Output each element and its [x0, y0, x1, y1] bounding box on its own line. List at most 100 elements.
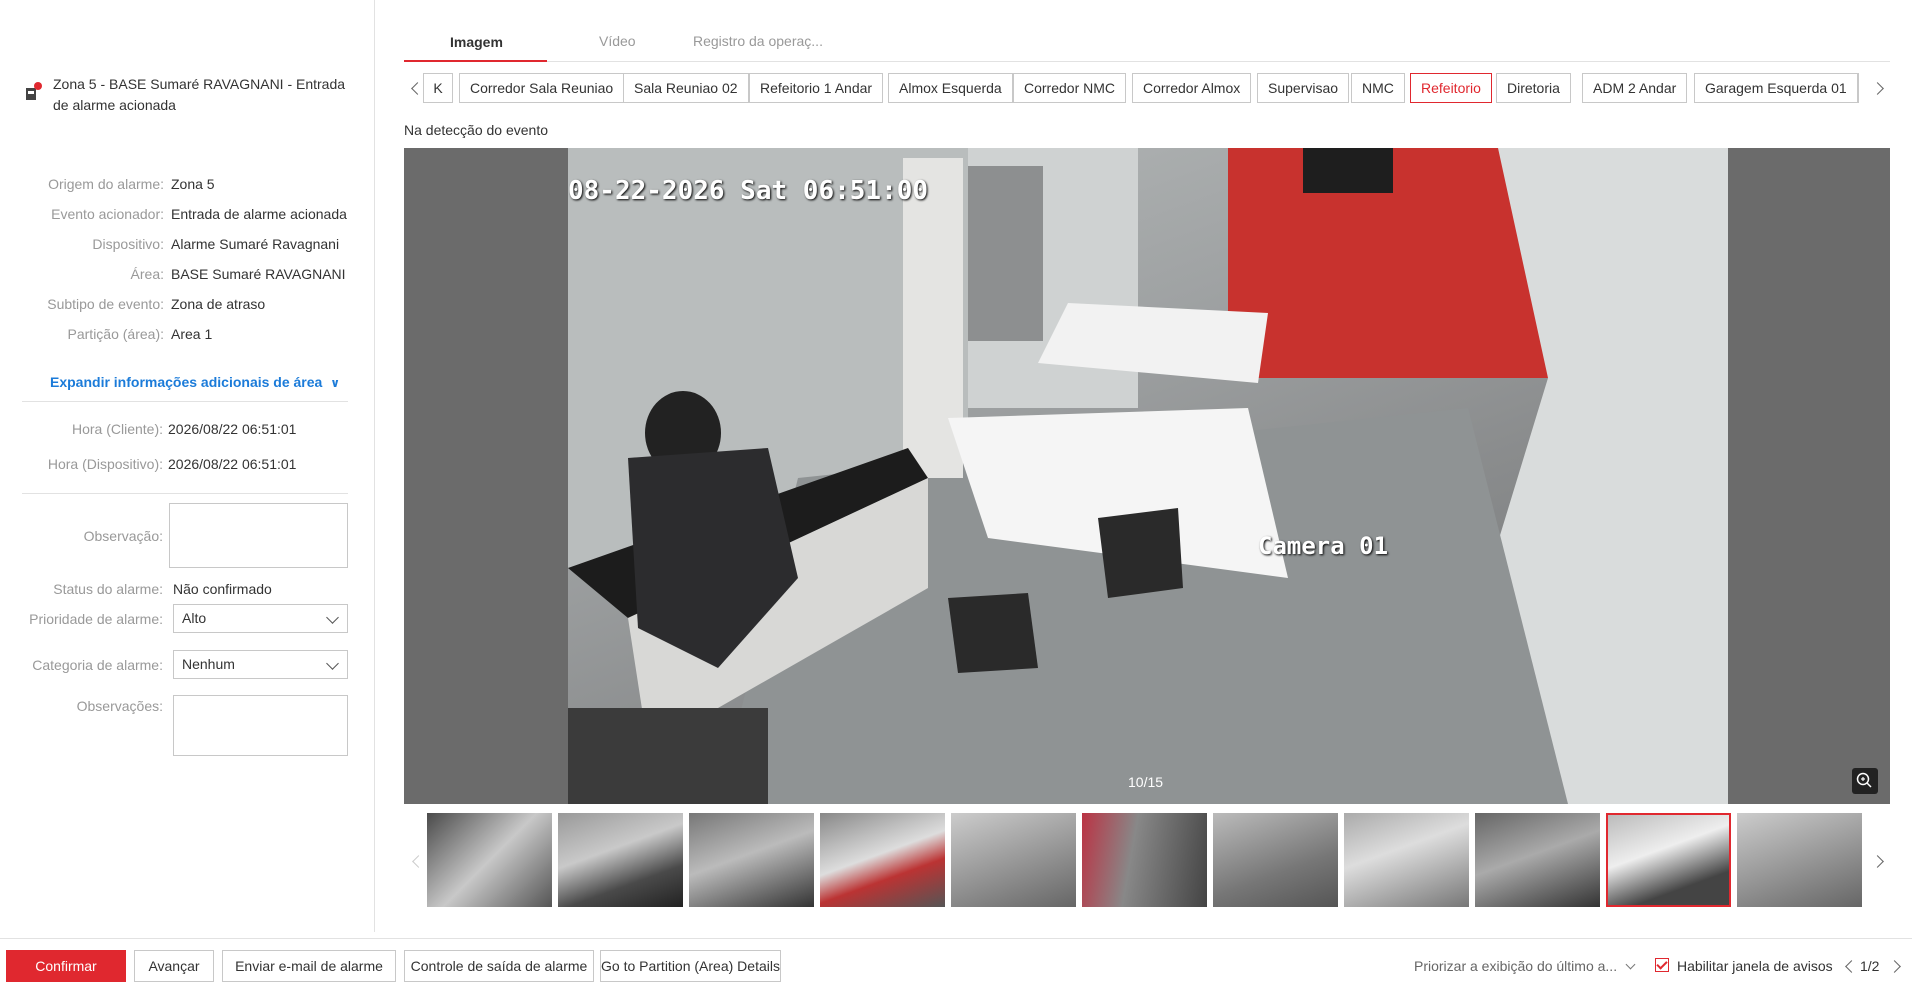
divider [22, 493, 348, 494]
detail-value: Zona 5 [171, 176, 215, 192]
time-label: Hora (Dispositivo): [47, 456, 163, 472]
thumbnail-7[interactable] [1213, 813, 1338, 907]
thumbnail-3[interactable] [689, 813, 814, 907]
thumbnail-9[interactable] [1475, 813, 1600, 907]
priority-display-label: Priorizar a exibição do último a... [1414, 958, 1618, 974]
detail-value: Area 1 [171, 326, 213, 342]
thumbnail-5[interactable] [951, 813, 1076, 907]
category-value: Nenhum [182, 656, 235, 672]
status-label: Status do alarme: [53, 581, 163, 597]
camera-tab-almox-esquerda[interactable]: Almox Esquerda [888, 73, 1013, 103]
alarm-details-panel: Zona 5 - BASE Sumaré RAVAGNANI - Entrada… [0, 0, 375, 932]
detail-row-area: Área: BASE Sumaré RAVAGNANI [0, 266, 374, 286]
zoom-in-icon [1856, 772, 1872, 788]
priority-select[interactable]: Alto [173, 604, 348, 633]
pager-next-icon[interactable] [1888, 960, 1901, 973]
detail-row-partition: Partição (área): Area 1 [0, 326, 374, 346]
category-select[interactable]: Nenhum [173, 650, 348, 679]
time-row-client: Hora (Cliente): 2026/08/22 06:51:01 [0, 421, 374, 441]
detail-label: Partição (área): [67, 326, 164, 342]
detail-row-origin: Origem do alarme: Zona 5 [0, 176, 374, 196]
zoom-in-button[interactable] [1852, 768, 1878, 794]
pager-prev-icon[interactable] [1845, 960, 1858, 973]
send-email-button[interactable]: Enviar e-mail de alarme [222, 950, 396, 982]
chevron-down-icon [326, 657, 339, 670]
camera-tab-corredor-almox[interactable]: Corredor Almox [1132, 73, 1252, 103]
detail-value: Alarme Sumaré Ravagnani [171, 236, 340, 252]
tab-registro[interactable]: Registro da operaç... [693, 33, 823, 49]
thumbnail-11[interactable] [1737, 813, 1862, 907]
alarm-output-control-button[interactable]: Controle de saída de alarme [404, 950, 594, 982]
thumbnail-6[interactable] [1082, 813, 1207, 907]
observacao-label: Observação: [83, 528, 163, 544]
detail-label: Área: [130, 266, 164, 282]
thumbnail-8[interactable] [1344, 813, 1469, 907]
camera-tab-overflow [1858, 73, 1862, 103]
alarm-title: Zona 5 - BASE Sumaré RAVAGNANI - Entrada… [53, 76, 346, 113]
scene-illustration [568, 148, 1728, 804]
detail-label: Subtipo de evento: [47, 296, 164, 312]
confirm-button[interactable]: Confirmar [6, 950, 126, 982]
time-label: Hora (Cliente): [71, 421, 163, 437]
camera-tab-supervisao[interactable]: Supervisao [1257, 73, 1350, 103]
tabs-divider [404, 61, 1890, 62]
detail-label: Evento acionador: [51, 206, 164, 222]
camera-tab-adm-2-andar[interactable]: ADM 2 Andar [1582, 73, 1688, 103]
enable-popup-checkbox[interactable] [1655, 958, 1669, 972]
time-value: 2026/08/22 06:51:01 [168, 456, 297, 472]
thumbnails-next-icon[interactable] [1871, 855, 1884, 868]
observacao-textarea[interactable] [169, 503, 348, 568]
camera-tab-sala-reuniao-02[interactable]: Sala Reuniao 02 [623, 73, 749, 103]
camera-tab-garagem-esquerda-01[interactable]: Garagem Esquerda 01 [1694, 73, 1858, 103]
pager-indicator: 1/2 [1860, 958, 1880, 974]
image-camera-name-overlay: Camera 01 [1258, 532, 1389, 560]
detail-value: BASE Sumaré RAVAGNANI [171, 266, 346, 282]
camera-tabs-prev-icon[interactable] [411, 82, 424, 95]
camera-tab-refeitorio-1-andar[interactable]: Refeitorio 1 Andar [749, 73, 884, 103]
camera-tab-refeitorio[interactable]: Refeitorio [1410, 73, 1492, 103]
detail-row-event: Evento acionador: Entrada de alarme acio… [0, 206, 374, 226]
chevron-down-icon [326, 611, 339, 624]
detail-label: Dispositivo: [92, 236, 164, 252]
camera-tab-nmc[interactable]: NMC [1351, 73, 1405, 103]
observacoes-textarea[interactable] [173, 695, 348, 756]
chevron-double-down-icon: ∨ [330, 376, 340, 390]
detail-label: Origem do alarme: [48, 176, 164, 192]
observacoes-label: Observações: [76, 698, 163, 714]
detail-value: Entrada de alarme acionada [171, 206, 347, 222]
partition-details-button[interactable]: Go to Partition (Area) Details [600, 950, 781, 982]
detail-value: Zona de atraso [171, 296, 266, 312]
camera-tab-diretoria[interactable]: Diretoria [1496, 73, 1571, 103]
thumbnails-prev-icon[interactable] [412, 855, 425, 868]
event-image-viewer[interactable]: 08-22-2026 Sat 06:51:00 Camera 01 10/15 [404, 148, 1890, 804]
divider [22, 401, 348, 402]
expand-area-info-label: Expandir informações adicionais de área [50, 374, 323, 390]
thumbnail-4[interactable] [820, 813, 945, 907]
tab-imagem[interactable]: Imagem [450, 34, 503, 50]
priority-label: Prioridade de alarme: [29, 611, 163, 627]
detail-row-device: Dispositivo: Alarme Sumaré Ravagnani [0, 236, 374, 256]
camera-tab-corredor-nmc[interactable]: Corredor NMC [1013, 73, 1127, 103]
time-value: 2026/08/22 06:51:01 [168, 421, 297, 437]
thumbnail-2[interactable] [558, 813, 683, 907]
active-tab-indicator [404, 60, 547, 62]
priority-value: Alto [182, 610, 207, 626]
tab-video[interactable]: Vídeo [599, 33, 636, 49]
detail-row-subtype: Subtipo de evento: Zona de atraso [0, 296, 374, 316]
priority-display-dropdown[interactable]: Priorizar a exibição do último a... [1414, 958, 1636, 974]
footer-divider [0, 938, 1912, 939]
camera-tab-corredor-sala-reuniao[interactable]: Corredor Sala Reuniao [459, 73, 625, 103]
advance-button[interactable]: Avançar [134, 950, 214, 982]
image-counter: 10/15 [1128, 774, 1164, 790]
detection-label: Na detecção do evento [404, 122, 548, 138]
camera-tab-k[interactable]: K [423, 73, 453, 103]
time-row-device: Hora (Dispositivo): 2026/08/22 06:51:01 [0, 456, 374, 476]
thumbnail-10[interactable] [1606, 813, 1731, 907]
camera-tabs-next-icon[interactable] [1871, 82, 1884, 95]
alarm-zone-icon [26, 82, 42, 100]
expand-area-info-link[interactable]: Expandir informações adicionais de área … [50, 374, 340, 390]
thumbnail-1[interactable] [427, 813, 552, 907]
event-snapshot: 08-22-2026 Sat 06:51:00 Camera 01 [568, 148, 1728, 804]
category-label: Categoria de alarme: [32, 657, 163, 673]
chevron-down-icon [1625, 959, 1636, 970]
